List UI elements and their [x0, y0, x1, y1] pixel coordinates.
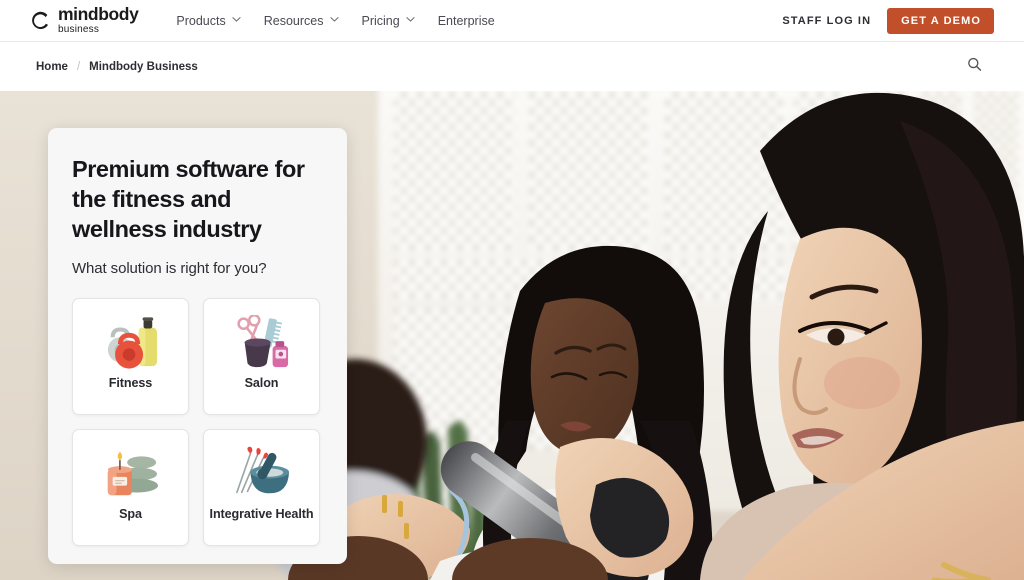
chevron-down-icon	[232, 16, 241, 24]
nav-item-pricing[interactable]: Pricing	[361, 13, 415, 28]
page-root: mindbody business Products Resources Pri…	[0, 0, 1024, 580]
header-actions: STAFF LOG IN GET A DEMO	[782, 7, 994, 34]
nav-label-products: Products	[176, 13, 226, 28]
search-icon	[966, 56, 983, 78]
mindbody-logo[interactable]: mindbody business	[30, 3, 139, 36]
chevron-down-icon	[329, 16, 339, 24]
solution-tile-label-salon: Salon	[244, 376, 279, 391]
site-header: mindbody business Products Resources Pri…	[0, 0, 1024, 42]
logo-wordmark: mindbody	[58, 3, 139, 24]
search-button[interactable]	[964, 57, 984, 77]
solution-tile-label-fitness: Fitness	[108, 376, 153, 391]
page-title: Premium software for the fitness and wel…	[72, 156, 305, 243]
fitness-kettlebell-bottle-icon	[96, 312, 166, 374]
chevron-down-icon	[406, 16, 415, 24]
breadcrumb: Home / Mindbody Business	[36, 61, 198, 73]
card-subtitle: What solution is right for you?	[72, 260, 267, 278]
logo-subtitle: business	[58, 24, 100, 36]
breadcrumb-separator: /	[76, 61, 81, 73]
mindbody-ring-logo-icon	[30, 10, 51, 31]
solution-tiles: Fitness Salon Spa Integrative Health	[72, 298, 323, 547]
solution-card: Premium software for the fitness and wel…	[48, 128, 347, 564]
nav-label-resources: Resources	[263, 13, 324, 28]
solution-tile-spa[interactable]: Spa	[72, 429, 189, 547]
breadcrumb-bar: Home / Mindbody Business	[0, 43, 1024, 91]
get-a-demo-button[interactable]: GET A DEMO	[887, 7, 994, 34]
solution-tile-integrative-health[interactable]: Integrative Health	[203, 429, 320, 547]
integrative-health-mortar-needles-icon	[227, 443, 297, 505]
nav-label-pricing: Pricing	[361, 13, 400, 28]
spa-candle-stones-icon	[96, 443, 166, 505]
solution-tile-fitness[interactable]: Fitness	[72, 298, 189, 416]
breadcrumb-item-current: Mindbody Business	[89, 61, 198, 73]
staff-login-link[interactable]: STAFF LOG IN	[782, 15, 871, 27]
solution-tile-label-spa: Spa	[119, 507, 142, 522]
breadcrumb-item-home[interactable]: Home	[36, 61, 68, 73]
nav-item-products[interactable]: Products	[176, 13, 241, 28]
nav-item-resources[interactable]: Resources	[263, 13, 339, 28]
nav-item-enterprise[interactable]: Enterprise	[438, 14, 495, 28]
logo-text-block: mindbody business	[58, 3, 139, 36]
salon-scissors-comb-icon	[227, 312, 297, 374]
solution-tile-label-integrative-health: Integrative Health	[209, 507, 314, 522]
primary-nav: Products Resources Pricing Enterprise	[176, 14, 494, 28]
nav-label-enterprise: Enterprise	[437, 13, 495, 28]
solution-tile-salon[interactable]: Salon	[203, 298, 320, 416]
